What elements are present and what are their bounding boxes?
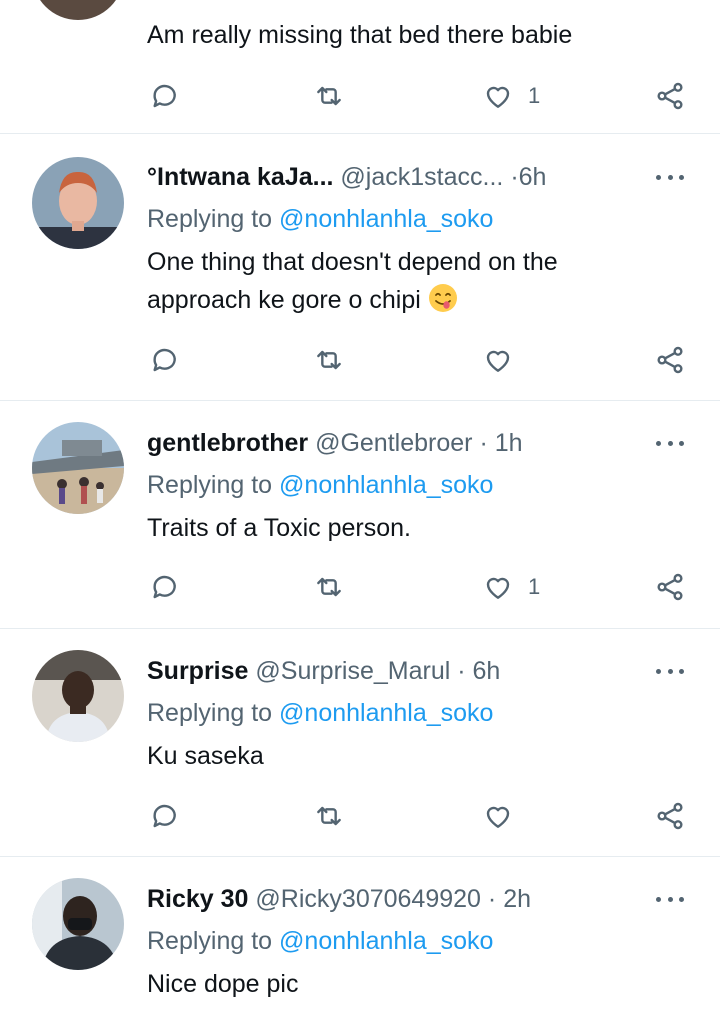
divider [0, 133, 720, 134]
reply-icon [148, 571, 180, 603]
more-icon[interactable] [656, 172, 684, 182]
mention-link[interactable]: @nonhlanhla_soko [279, 205, 493, 233]
avatar[interactable] [32, 0, 124, 20]
tweet-text: Traits of a Toxic person. [147, 514, 412, 542]
user-handle[interactable]: @Ricky3070649920 [255, 885, 481, 913]
avatar[interactable] [32, 422, 124, 514]
retweet-icon [313, 344, 345, 376]
display-name[interactable]: Ricky 30 [147, 885, 248, 913]
dot-separator: · [487, 885, 497, 913]
mention-link[interactable]: @nonhlanhla_soko [279, 927, 493, 955]
mention-link[interactable]: @nonhlanhla_soko [279, 699, 493, 727]
tweet-text-line-1: One thing that doesn't depend on the [147, 248, 558, 276]
replying-to: Replying to @nonhlanhla_soko [147, 202, 493, 236]
tweet-text: Ku saseka [147, 742, 264, 770]
tweet-header: Surprise @Surprise_Marul · 6h [147, 654, 500, 688]
dot-separator: · [457, 657, 466, 685]
like-button[interactable]: 1 [482, 567, 540, 607]
replying-to: Replying to @nonhlanhla_soko [147, 468, 493, 502]
avatar[interactable] [32, 878, 124, 970]
timestamp[interactable]: 6h [519, 163, 547, 191]
retweet-button[interactable] [313, 567, 345, 607]
tweet-actions [0, 796, 720, 836]
timestamp[interactable]: 6h [473, 657, 501, 685]
share-button[interactable] [654, 76, 686, 116]
avatar[interactable] [32, 157, 124, 249]
tweet-text-line-2-text: approach ke gore o chipi [147, 286, 421, 314]
dot-separator: · [510, 163, 519, 191]
avatar[interactable] [32, 650, 124, 742]
like-count: 1 [528, 83, 541, 108]
reply-icon [148, 800, 180, 832]
tweet-text: Nice dope pic [147, 970, 299, 998]
divider [0, 400, 720, 401]
reply-button[interactable] [148, 796, 180, 836]
replying-label: Replying to [147, 471, 273, 499]
tweet-text-line-2: approach ke gore o chipi [147, 281, 459, 319]
dot-separator: · [479, 429, 488, 457]
reply-button[interactable] [148, 567, 180, 607]
share-icon [654, 571, 686, 603]
retweet-button[interactable] [313, 796, 345, 836]
user-handle[interactable]: @Gentlebroer [315, 429, 472, 457]
tweet-actions: 1 [0, 76, 720, 116]
like-button[interactable] [482, 340, 528, 380]
divider [0, 856, 720, 857]
divider [0, 628, 720, 629]
more-icon[interactable] [656, 438, 684, 448]
reply-button[interactable] [148, 76, 180, 116]
heart-icon [482, 571, 514, 603]
share-button[interactable] [654, 340, 686, 380]
retweet-button[interactable] [313, 76, 345, 116]
tweet-text: Am really missing that bed there babie [147, 21, 573, 49]
share-icon [654, 344, 686, 376]
replying-label: Replying to [147, 927, 273, 955]
more-icon[interactable] [656, 894, 684, 904]
display-name[interactable]: °Intwana kaJa... [147, 163, 333, 191]
user-handle[interactable]: @jack1stacc... [340, 163, 503, 191]
like-count: 1 [528, 574, 541, 599]
tweet-header: gentlebrother @Gentlebroer · 1h [147, 426, 523, 460]
replying-to: Replying to @nonhlanhla_soko [147, 924, 493, 958]
mention-link[interactable]: @nonhlanhla_soko [279, 471, 493, 499]
savoring-face-emoji-icon [427, 282, 459, 314]
heart-icon [482, 80, 514, 112]
tweet-header: °Intwana kaJa... @jack1stacc... ·6h [147, 160, 546, 194]
retweet-button[interactable] [313, 340, 345, 380]
timestamp[interactable]: 2h [503, 885, 531, 913]
share-button[interactable] [654, 796, 686, 836]
reply-icon [148, 344, 180, 376]
retweet-icon [313, 571, 345, 603]
share-button[interactable] [654, 567, 686, 607]
reply-button[interactable] [148, 340, 180, 380]
replying-to: Replying to @nonhlanhla_soko [147, 696, 493, 730]
tweet-actions [0, 340, 720, 380]
like-button[interactable] [482, 796, 528, 836]
retweet-icon [313, 80, 345, 112]
heart-icon [482, 800, 514, 832]
user-handle[interactable]: @Surprise_Marul [255, 657, 450, 685]
tweet-actions: 1 [0, 567, 720, 607]
display-name[interactable]: Surprise [147, 657, 248, 685]
replying-label: Replying to [147, 699, 273, 727]
heart-icon [482, 344, 514, 376]
tweet-header: Ricky 30 @Ricky3070649920 · 2h [147, 882, 531, 916]
timestamp[interactable]: 1h [495, 429, 523, 457]
retweet-icon [313, 800, 345, 832]
display-name[interactable]: gentlebrother [147, 429, 308, 457]
replying-label: Replying to [147, 205, 273, 233]
share-icon [654, 800, 686, 832]
more-icon[interactable] [656, 666, 684, 676]
reply-thread: Am really missing that bed there babie 1… [0, 0, 720, 1012]
like-button[interactable]: 1 [482, 76, 540, 116]
share-icon [654, 80, 686, 112]
reply-icon [148, 80, 180, 112]
